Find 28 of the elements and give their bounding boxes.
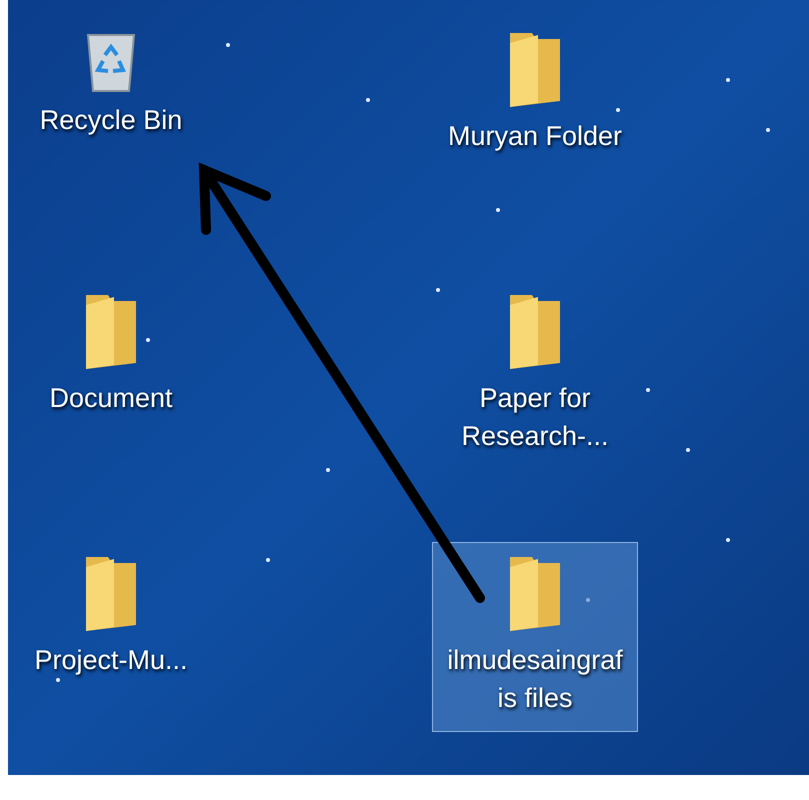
icon-label: Recycle Bin: [38, 104, 184, 137]
star-dot: [766, 128, 770, 132]
icon-label: Muryan Folder: [446, 120, 624, 153]
icon-label: ilmudesaingrafis files: [446, 644, 624, 715]
star-dot: [616, 108, 620, 112]
folder-icon: [84, 555, 138, 633]
desktop-icon[interactable]: ilmudesaingrafis files: [432, 542, 638, 732]
star-dot: [326, 468, 330, 472]
recycle-bin-icon: [85, 31, 137, 93]
icon-label: Project-Mu...: [33, 644, 189, 677]
star-dot: [146, 338, 150, 342]
star-dot: [646, 388, 650, 392]
star-dot: [436, 288, 440, 292]
star-dot: [226, 43, 230, 47]
star-dot: [726, 78, 730, 82]
star-dot: [266, 558, 270, 562]
star-dot: [56, 678, 60, 682]
folder-icon: [508, 31, 562, 109]
star-dot: [686, 448, 690, 452]
star-dot: [366, 98, 370, 102]
folder-icon: [508, 555, 562, 633]
star-dot: [496, 208, 500, 212]
folder-icon: [84, 293, 138, 371]
icon-label: Document: [48, 382, 174, 415]
icon-label: Paper for Research-...: [460, 382, 610, 453]
star-dot: [726, 538, 730, 542]
folder-icon: [508, 293, 562, 371]
star-dot: [586, 598, 590, 602]
